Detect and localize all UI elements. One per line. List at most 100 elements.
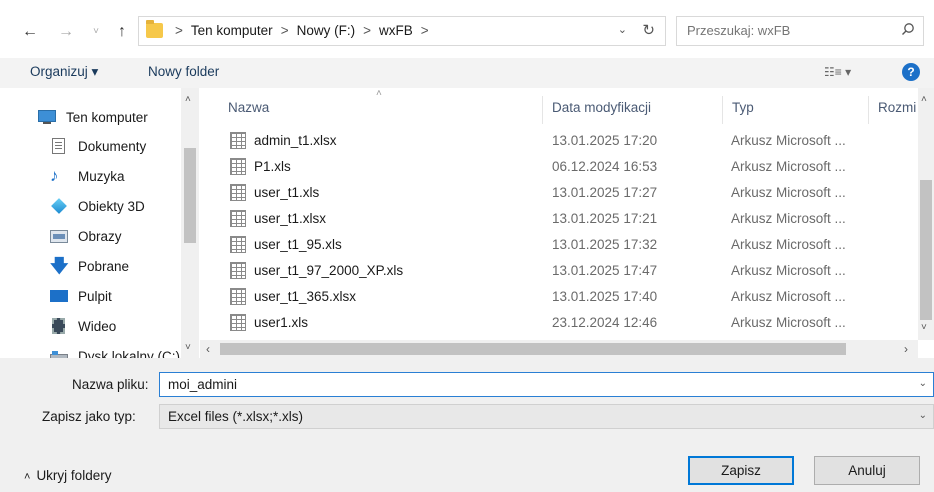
table-row[interactable]: admin_t1.xlsx 13.01.2025 17:20 Arkusz Mi… — [220, 128, 900, 153]
breadcrumb-item-computer[interactable]: Ten komputer — [191, 23, 273, 38]
nav-pane-scroll-thumb[interactable] — [184, 148, 196, 243]
search-input[interactable] — [687, 23, 887, 38]
nav-item-local-disk[interactable]: Dysk lokalny (C:) — [50, 344, 180, 358]
column-divider[interactable] — [722, 96, 723, 124]
column-header-size[interactable]: Rozmi — [878, 100, 916, 115]
nav-item-label: Pulpit — [78, 288, 112, 304]
view-options-icon[interactable]: ☷≡ ▾ — [824, 65, 851, 79]
scroll-down-icon[interactable]: ˅ — [185, 342, 191, 353]
table-row[interactable]: user_t1.xlsx 13.01.2025 17:21 Arkusz Mic… — [220, 206, 900, 231]
nav-pane-scrollbar[interactable]: ˄ ˅ — [181, 88, 199, 358]
nav-item-3d-objects[interactable]: Obiekty 3D — [50, 194, 145, 218]
nav-item-video[interactable]: Wideo — [50, 314, 116, 338]
table-row[interactable]: user_t1.xls 13.01.2025 17:27 Arkusz Micr… — [220, 180, 900, 205]
nav-item-label: Muzyka — [78, 168, 125, 184]
spreadsheet-file-icon — [230, 158, 246, 175]
scroll-down-icon[interactable]: ˅ — [921, 322, 927, 333]
up-arrow-icon[interactable]: ↑ — [112, 22, 132, 42]
nav-item-music[interactable]: ♪ Muzyka — [50, 164, 125, 188]
desktop-icon — [50, 288, 68, 304]
objects-3d-icon — [50, 198, 68, 214]
breadcrumb-separator-icon[interactable]: > — [421, 23, 429, 38]
file-name: user1.xls — [254, 315, 309, 330]
computer-icon — [38, 109, 56, 125]
spreadsheet-file-icon — [230, 236, 246, 253]
hide-folders-label: Ukryj foldery — [36, 468, 112, 483]
file-date: 13.01.2025 17:27 — [552, 185, 658, 200]
save-button[interactable]: Zapisz — [688, 456, 794, 485]
command-bar: Organizuj ▾ Nowy folder ☷≡ ▾ ? — [0, 58, 934, 88]
file-type: Arkusz Microsoft ... — [731, 159, 846, 174]
file-type: Arkusz Microsoft ... — [731, 185, 846, 200]
file-list-vertical-scroll-thumb[interactable] — [920, 180, 932, 320]
address-row: ← → ˅ ↑ > Ten komputer > Nowy (F:) > wxF… — [0, 0, 934, 58]
table-row[interactable]: user_t1_97_2000_XP.xls 13.01.2025 17:47 … — [220, 258, 900, 283]
chevron-down-icon[interactable]: ⌄ — [919, 410, 927, 421]
nav-item-documents[interactable]: Dokumenty — [50, 134, 146, 158]
spreadsheet-file-icon — [230, 314, 246, 331]
file-list-vertical-scrollbar[interactable]: ˄ ˅ — [918, 88, 934, 340]
chevron-up-icon: ˄ — [24, 471, 31, 483]
filename-field[interactable]: ⌄ — [159, 372, 934, 397]
scroll-up-icon[interactable]: ˄ — [185, 94, 191, 105]
refresh-icon[interactable]: ↻ — [642, 21, 655, 39]
file-type: Arkusz Microsoft ... — [731, 133, 846, 148]
scroll-left-icon[interactable]: ‹ — [206, 342, 210, 356]
column-header-name[interactable]: Nazwa — [228, 100, 269, 115]
breadcrumb-item-folder[interactable]: wxFB — [379, 23, 413, 38]
forward-arrow-icon[interactable]: → — [56, 22, 76, 42]
breadcrumb: > Ten komputer > Nowy (F:) > wxFB > — [167, 23, 437, 38]
breadcrumb-item-drive[interactable]: Nowy (F:) — [297, 23, 356, 38]
filetype-label: Zapisz jako typ: — [42, 409, 136, 424]
filetype-select[interactable]: Excel files (*.xlsx;*.xls) ⌄ — [159, 404, 934, 429]
save-form: Nazwa pliku: ⌄ Zapisz jako typ: Excel fi… — [0, 358, 934, 492]
file-list-horizontal-scroll-thumb[interactable] — [220, 343, 846, 355]
cancel-button[interactable]: Anuluj — [814, 456, 920, 485]
file-list-horizontal-scrollbar[interactable]: ‹ › — [200, 340, 918, 358]
nav-item-pictures[interactable]: Obrazy — [50, 224, 122, 248]
pictures-icon — [50, 228, 68, 244]
nav-item-desktop[interactable]: Pulpit — [50, 284, 112, 308]
search-box[interactable] — [676, 16, 924, 46]
search-icon[interactable] — [901, 22, 915, 36]
table-row[interactable]: user1.xls 23.12.2024 12:46 Arkusz Micros… — [220, 310, 900, 335]
recent-locations-chevron-icon[interactable]: ˅ — [86, 22, 106, 42]
address-dropdown-icon[interactable]: ⌄ — [618, 23, 627, 36]
scroll-up-icon[interactable]: ˄ — [921, 94, 927, 105]
nav-item-label: Wideo — [78, 318, 117, 334]
column-header-date-modified[interactable]: Data modyfikacji — [552, 100, 651, 115]
column-divider[interactable] — [868, 96, 869, 124]
filename-label: Nazwa pliku: — [72, 377, 149, 392]
file-name: user_t1.xlsx — [254, 211, 327, 226]
file-name: user_t1.xls — [254, 185, 320, 200]
address-bar[interactable]: > Ten komputer > Nowy (F:) > wxFB > ⌄ ↻ — [138, 16, 666, 46]
nav-item-label: Ten komputer — [66, 109, 148, 125]
file-date: 13.01.2025 17:20 — [552, 133, 658, 148]
table-row[interactable]: P1.xls 06.12.2024 16:53 Arkusz Microsoft… — [220, 154, 900, 179]
file-name: admin_t1.xlsx — [254, 133, 337, 148]
documents-icon — [50, 138, 68, 154]
scroll-right-icon[interactable]: › — [904, 342, 908, 356]
file-name: user_t1_365.xlsx — [254, 289, 357, 304]
nav-item-downloads[interactable]: 🡇 Pobrane — [50, 254, 129, 278]
spreadsheet-file-icon — [230, 132, 246, 149]
chevron-down-icon[interactable]: ⌄ — [919, 378, 927, 389]
hide-folders-button[interactable]: ˄ Ukryj foldery — [24, 468, 111, 483]
folder-icon — [146, 20, 163, 38]
back-arrow-icon[interactable]: ← — [20, 22, 40, 42]
nav-item-label: Obiekty 3D — [78, 198, 145, 214]
table-row[interactable]: user_t1_95.xls 13.01.2025 17:32 Arkusz M… — [220, 232, 900, 257]
file-type: Arkusz Microsoft ... — [731, 211, 846, 226]
breadcrumb-separator-icon[interactable]: > — [363, 23, 371, 38]
help-icon[interactable]: ? — [902, 63, 920, 81]
nav-item-computer[interactable]: Ten komputer — [38, 105, 148, 129]
column-header-type[interactable]: Typ — [732, 100, 754, 115]
filename-input[interactable] — [168, 377, 868, 392]
organize-button[interactable]: Organizuj ▾ — [30, 64, 98, 80]
nav-item-label: Pobrane — [78, 258, 130, 274]
file-date: 23.12.2024 12:46 — [552, 315, 658, 330]
breadcrumb-separator-icon[interactable]: > — [281, 23, 289, 38]
table-row[interactable]: user_t1_365.xlsx 13.01.2025 17:40 Arkusz… — [220, 284, 900, 309]
new-folder-button[interactable]: Nowy folder — [148, 64, 219, 79]
column-divider[interactable] — [542, 96, 543, 124]
